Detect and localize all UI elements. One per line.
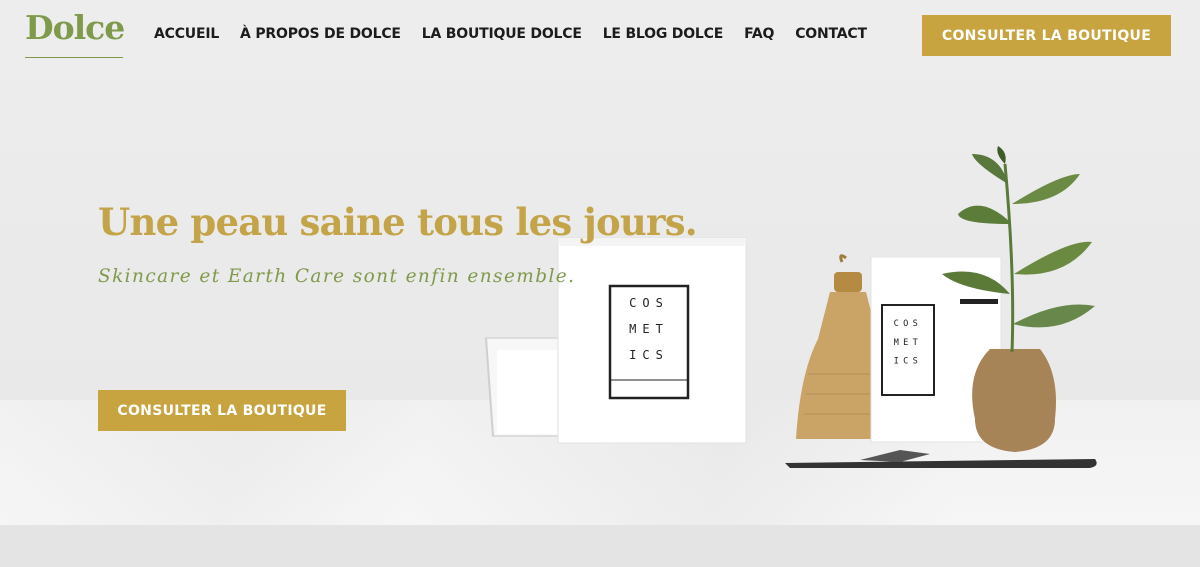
- main-nav: ACCUEIL À PROPOS DE DOLCE LA BOUTIQUE DO…: [154, 26, 867, 42]
- hero-product-illustration: [485, 146, 1097, 468]
- nav-item-faq[interactable]: FAQ: [744, 26, 774, 42]
- cosmetics-box-small-label: COS MET ICS: [893, 318, 923, 366]
- hero-headline: Une peau saine tous les jours.: [98, 200, 698, 244]
- scissors-image: [785, 450, 1097, 468]
- nav-item-contact[interactable]: CONTACT: [795, 26, 867, 42]
- logo-underline: [25, 57, 123, 58]
- nav-item-blog[interactable]: LE BLOG DOLCE: [603, 26, 724, 42]
- site-logo[interactable]: Dolce: [25, 8, 125, 47]
- header-shop-button[interactable]: CONSULTER LA BOUTIQUE: [922, 15, 1171, 56]
- cosmetics-box-large-label: COS MET ICS: [629, 296, 669, 362]
- hero-subheadline: Skincare et Earth Care sont enfin ensemb…: [98, 266, 576, 287]
- hero-section: COS MET ICS COS MET ICS Une peau saine t…: [0, 74, 1200, 525]
- site-header: Dolce ACCUEIL À PROPOS DE DOLCE LA BOUTI…: [0, 0, 1200, 74]
- nav-item-boutique[interactable]: LA BOUTIQUE DOLCE: [422, 26, 582, 42]
- nav-item-a-propos[interactable]: À PROPOS DE DOLCE: [240, 26, 401, 42]
- hero-shop-button[interactable]: CONSULTER LA BOUTIQUE: [98, 390, 346, 431]
- nav-item-accueil[interactable]: ACCUEIL: [154, 26, 219, 42]
